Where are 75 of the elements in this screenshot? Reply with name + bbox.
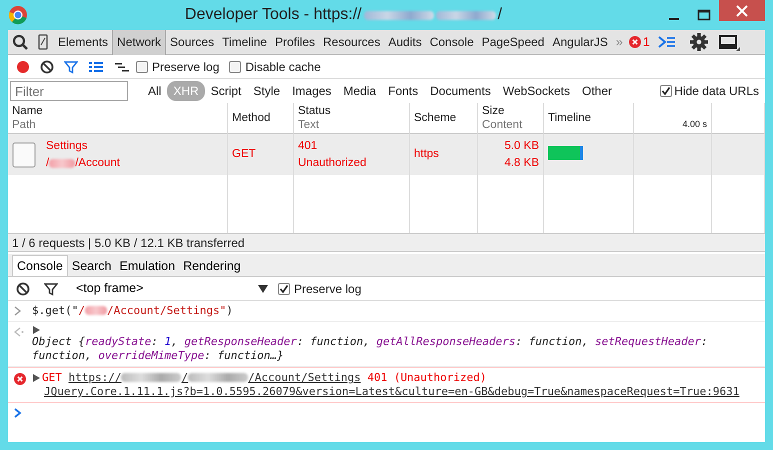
preserve-log-checkbox[interactable]: Preserve log [278, 280, 362, 298]
drawer-tab[interactable]: Emulation [115, 255, 180, 276]
status-summary: 1 / 6 requests | 5.0 KB / 12.1 KB transferred [8, 233, 765, 252]
record-button[interactable] [16, 60, 30, 74]
panel-tab[interactable]: Resources [319, 30, 384, 54]
error-message: GET https:// / /Account/Settings 401 (Unauthorized) [42, 371, 487, 385]
panel-tab[interactable]: Network [112, 30, 166, 54]
request-name[interactable]: Settings [46, 138, 120, 154]
hide-data-urls-checkbox[interactable]: Hide data URLs [660, 82, 759, 100]
result-object: Object {readyState: 1, getResponseHeader: function, getAllResponseHeaders: function, setRequestHeader: function, overrideMimeType: function…} [32, 335, 709, 363]
close-button[interactable] [719, 0, 765, 21]
redacted-text [188, 373, 248, 382]
clear-icon[interactable] [40, 60, 54, 74]
input-chevron-icon [14, 306, 22, 316]
expand-triangle-icon[interactable] [32, 373, 42, 383]
panel-tab[interactable]: Console [426, 30, 478, 54]
dropdown-arrow-icon [258, 284, 268, 292]
type-filter-button[interactable]: Fonts [382, 81, 424, 101]
panel-tab[interactable]: Timeline [218, 30, 271, 54]
check-mark-icon [279, 284, 289, 294]
panel-tab[interactable]: Profiles [270, 30, 319, 54]
type-filter-button[interactable]: Style [247, 81, 286, 101]
type-filter-button[interactable]: Media [337, 81, 382, 101]
chrome-logo-icon [8, 5, 28, 25]
panel-tab[interactable]: PageSpeed [478, 30, 548, 54]
context-select[interactable]: <top frame> [72, 279, 272, 298]
prompt-chevron-icon[interactable] [14, 408, 22, 418]
option-checkbox[interactable]: Disable cache [229, 58, 321, 76]
request-path: /Account [75, 156, 120, 170]
type-filter-button[interactable]: Script [204, 81, 248, 101]
error-icon [14, 373, 26, 385]
option-checkbox[interactable]: Preserve log [136, 58, 220, 76]
redacted-text [121, 373, 182, 382]
redacted-text [436, 10, 496, 20]
clear-icon[interactable] [16, 282, 30, 296]
type-filter-button[interactable]: Documents [424, 81, 497, 101]
type-filter-button[interactable]: Images [286, 81, 338, 101]
dock-icon[interactable] [718, 33, 740, 51]
error-count: 1 [642, 34, 650, 51]
type-filter-button[interactable]: Other [576, 81, 618, 101]
redacted-text [49, 158, 76, 168]
list-view-icon[interactable] [88, 60, 104, 74]
type-filter-button[interactable]: WebSockets [496, 81, 576, 101]
panel-tab[interactable]: Elements [54, 30, 112, 54]
panel-tab[interactable]: AngularJS [548, 30, 612, 54]
drawer-tab[interactable]: Search [68, 255, 116, 276]
redacted-text [364, 10, 434, 20]
timeline-tick: 4.00 s [682, 118, 707, 131]
settings-icon[interactable] [688, 32, 710, 52]
table-cell [712, 134, 765, 175]
expand-triangle-icon[interactable] [32, 325, 42, 335]
status-text: Unauthorized [298, 156, 368, 170]
type-filter-button[interactable]: All [142, 81, 168, 101]
filter-icon[interactable] [44, 282, 58, 296]
window-title: Developer Tools - https:// [184, 5, 362, 25]
size-text: 5.0 KB [504, 138, 539, 154]
filter-field[interactable]: Filter [10, 81, 128, 101]
request-path: / [46, 156, 50, 170]
result-chevron-icon [14, 327, 24, 337]
close-icon [736, 4, 748, 16]
panel-tab[interactable]: Sources [166, 30, 218, 54]
scheme-text: https [414, 147, 440, 162]
check-mark-icon [661, 86, 672, 96]
panel-tab[interactable]: Audits [384, 30, 426, 54]
status-code: 401 [298, 138, 318, 154]
window-title: / [498, 5, 502, 25]
content-size-text: 4.8 KB [504, 156, 539, 170]
error-icon [628, 36, 641, 48]
method-text: GET [232, 147, 257, 162]
drawer-tab[interactable]: Rendering [179, 255, 245, 276]
console-command: $.get("/ /Account/Settings") [32, 304, 233, 318]
drawer-tab[interactable]: Console [12, 255, 68, 276]
document-icon [12, 142, 36, 168]
source-link[interactable]: JQuery.Core.1.11.1.js?b=1.0.5595.26079&version=Latest&culture=en-GB&debug=True&namespaceRequest=True:9631 [32, 385, 761, 399]
redacted-text [84, 306, 107, 316]
